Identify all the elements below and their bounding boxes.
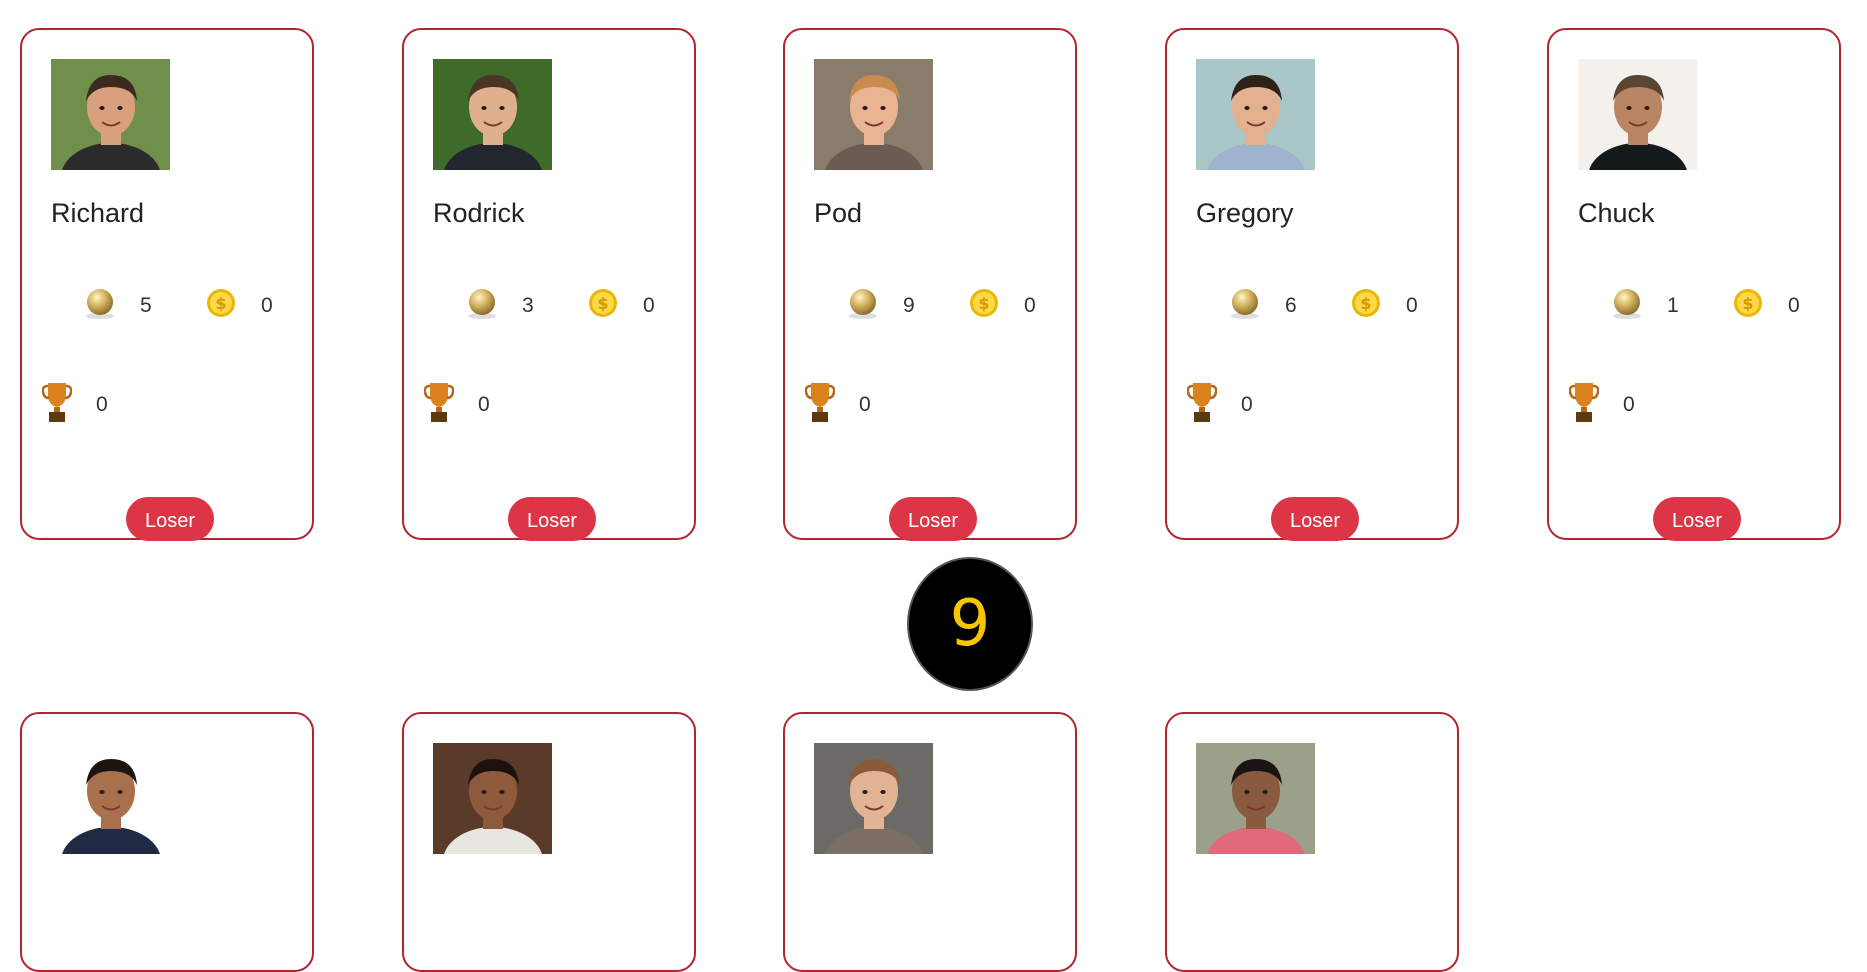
coin-stat: $0 — [1348, 288, 1418, 324]
player-avatar — [433, 59, 552, 170]
trophy-icon — [1568, 380, 1600, 430]
ball-count: 6 — [1285, 294, 1297, 317]
countdown-value: 9 — [949, 587, 991, 661]
player-avatar — [814, 59, 933, 170]
player-name: Gregory — [1196, 198, 1294, 228]
gold-ball-icon — [1609, 285, 1645, 327]
player-avatar — [51, 743, 170, 854]
trophy-stat: 0 — [804, 380, 871, 430]
ball-stat: 9 — [845, 288, 915, 324]
trophy-stat: 0 — [1186, 380, 1253, 430]
trophy-stat: 0 — [41, 380, 108, 430]
trophy-icon — [1186, 380, 1218, 430]
trophy-icon — [423, 380, 455, 430]
player-card: Richard 5 $0 0 Loser — [20, 28, 314, 541]
coin-count: 0 — [643, 294, 655, 317]
player-avatar — [51, 59, 170, 170]
svg-text:$: $ — [978, 294, 989, 313]
trophy-count: 0 — [96, 393, 108, 416]
loser-button[interactable]: Loser — [1271, 497, 1359, 541]
loser-button[interactable]: Loser — [126, 497, 214, 541]
player-card: Pod 9 $0 0 Loser — [783, 28, 1077, 541]
player-card: Gregory 6 $0 0 Loser — [1165, 28, 1459, 541]
gold-coin-icon: $ — [1348, 285, 1384, 327]
svg-text:$: $ — [1360, 294, 1371, 313]
coin-count: 0 — [1788, 294, 1800, 317]
trophy-stat: 0 — [423, 380, 490, 430]
ball-stat: 1 — [1609, 288, 1679, 324]
loser-button[interactable]: Loser — [508, 497, 596, 541]
player-name: Richard — [51, 198, 145, 228]
gold-coin-icon: $ — [1730, 285, 1766, 327]
gold-ball-icon — [1227, 285, 1263, 327]
coin-count: 0 — [1024, 294, 1036, 317]
svg-text:$: $ — [597, 294, 608, 313]
svg-text:$: $ — [215, 294, 226, 313]
player-avatar — [1578, 59, 1697, 170]
ball-stat: 6 — [1227, 288, 1297, 324]
player-card — [402, 712, 696, 972]
player-name: Rodrick — [433, 198, 525, 228]
player-name: Pod — [814, 198, 863, 228]
player-avatar — [1196, 743, 1315, 854]
gold-coin-icon: $ — [966, 285, 1002, 327]
player-avatar — [814, 743, 933, 854]
player-card — [783, 712, 1077, 972]
trophy-count: 0 — [1241, 393, 1253, 416]
trophy-count: 0 — [478, 393, 490, 416]
ball-count: 9 — [903, 294, 915, 317]
gold-ball-icon — [464, 285, 500, 327]
ball-count: 3 — [522, 294, 534, 317]
coin-stat: $0 — [966, 288, 1036, 324]
player-card — [1165, 712, 1459, 972]
player-avatar — [433, 743, 552, 854]
ball-stat: 5 — [82, 288, 152, 324]
coin-stat: $0 — [1730, 288, 1800, 324]
trophy-count: 0 — [859, 393, 871, 416]
ball-count: 5 — [140, 294, 152, 317]
trophy-icon — [41, 380, 73, 430]
trophy-icon — [804, 380, 836, 430]
player-card — [20, 712, 314, 972]
trophy-stat: 0 — [1568, 380, 1635, 430]
coin-stat: $0 — [203, 288, 273, 324]
player-avatar — [1196, 59, 1315, 170]
loser-button[interactable]: Loser — [889, 497, 977, 541]
gold-ball-icon — [82, 285, 118, 327]
gold-coin-icon: $ — [203, 285, 239, 327]
loser-button[interactable]: Loser — [1653, 497, 1741, 541]
gold-coin-icon: $ — [585, 285, 621, 327]
ball-count: 1 — [1667, 294, 1679, 317]
trophy-count: 0 — [1623, 393, 1635, 416]
player-card: Chuck 1 $0 0 Loser — [1547, 28, 1841, 541]
ball-stat: 3 — [464, 288, 534, 324]
player-card: Rodrick 3 $0 0 Loser — [402, 28, 696, 541]
svg-text:$: $ — [1742, 294, 1753, 313]
coin-stat: $0 — [585, 288, 655, 324]
coin-count: 0 — [261, 294, 273, 317]
player-name: Chuck — [1578, 198, 1655, 228]
coin-count: 0 — [1406, 294, 1418, 317]
countdown-timer: 9 — [907, 557, 1033, 691]
gold-ball-icon — [845, 285, 881, 327]
